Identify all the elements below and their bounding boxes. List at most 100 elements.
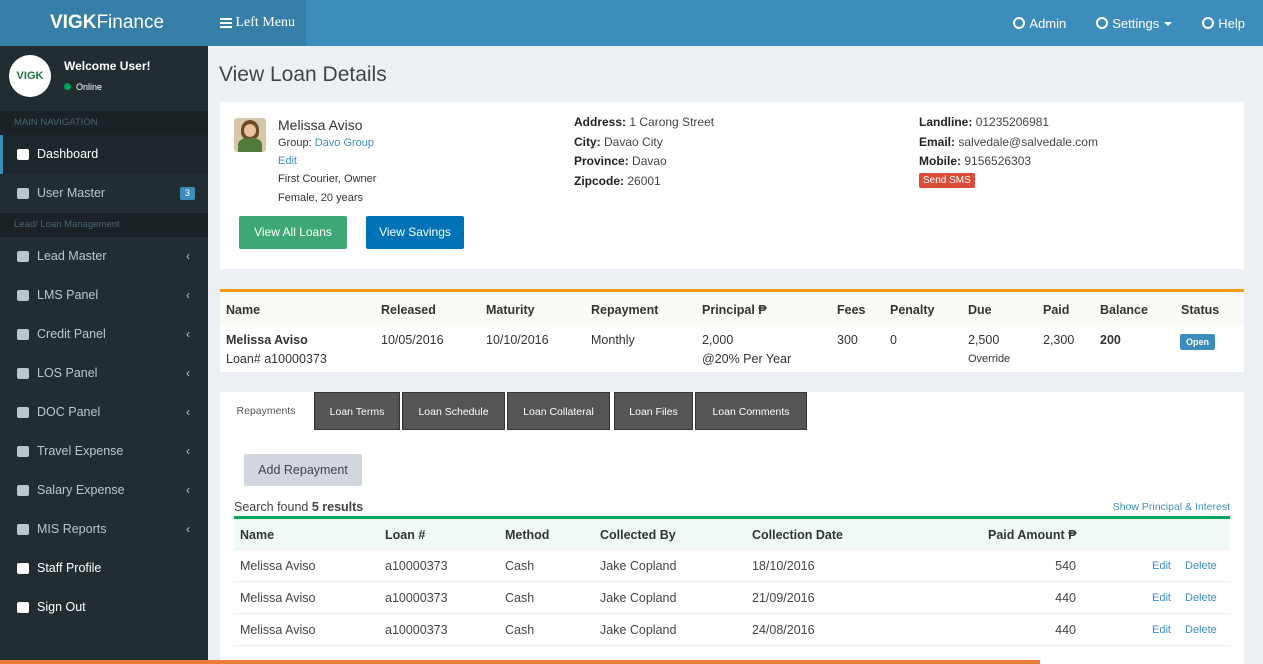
sidebar-item-travel-expense[interactable]: Travel Expense ‹ (0, 432, 208, 471)
col-header: Released (381, 303, 436, 317)
share-icon (17, 290, 29, 301)
sidebar-item-label: Sign Out (37, 600, 86, 614)
users-icon (17, 188, 29, 199)
sidebar-item-doc-panel[interactable]: DOC Panel ‹ (0, 393, 208, 432)
sidebar-item-user-master[interactable]: User Master 3 (0, 174, 208, 213)
edit-profile-link[interactable]: Edit (278, 155, 297, 167)
loan-tabs-panel: Repayments Loan Terms Loan Schedule Loan… (220, 392, 1244, 664)
brand-logo[interactable]: VIGKFinance (0, 0, 208, 46)
row-loan: a10000373 (385, 623, 448, 637)
sidebar-item-lms-panel[interactable]: LMS Panel ‹ (0, 276, 208, 315)
interest-rate: @20% Per Year (702, 352, 792, 366)
loan-summary-table: Name Released Maturity Repayment Princip… (220, 289, 1244, 372)
row-collected-by: Jake Copland (600, 591, 677, 605)
repayments-table: Name Loan # Method Collected By Collecti… (234, 516, 1230, 646)
borrower-name: Melissa Aviso (278, 117, 363, 133)
col-header: Maturity (486, 303, 535, 317)
mobile-line: Mobile: 9156526303 (919, 154, 1032, 168)
row-date: 18/10/2016 (752, 559, 815, 573)
add-repayment-button[interactable]: Add Repayment (244, 454, 362, 486)
top-navbar: VIGKFinance Left Menu Admin Settings Hel… (0, 0, 1263, 46)
sidebar-item-label: Credit Panel (37, 327, 106, 341)
gear-icon (17, 251, 29, 262)
chevron-left-icon: ‹ (186, 327, 190, 341)
row-amount: 440 (1055, 623, 1076, 637)
row-collected-by: Jake Copland (600, 559, 677, 573)
occupation: First Courier, Owner (278, 173, 377, 185)
province-line: Province: Davao (574, 154, 667, 168)
send-sms-button[interactable]: Send SMS (919, 173, 975, 188)
row-loan: a10000373 (385, 591, 448, 605)
row-method: Cash (505, 591, 535, 605)
edit-link[interactable]: Edit (1152, 624, 1171, 636)
sidebar-item-staff-profile[interactable]: Staff Profile (0, 549, 208, 588)
status-badge[interactable]: Open (1180, 334, 1216, 350)
main-nav-header: MAIN NAVIGATION (0, 111, 208, 135)
delete-link[interactable]: Delete (1185, 592, 1217, 604)
help-link[interactable]: Help (1202, 16, 1245, 31)
landline-line: Landline: 01235206981 (919, 115, 1050, 129)
chevron-left-icon: ‹ (186, 249, 190, 263)
tab-loan-terms[interactable]: Loan Terms (314, 392, 400, 430)
gender-age: Female, 20 years (278, 192, 363, 204)
fees-value: 300 (837, 333, 858, 347)
row-method: Cash (505, 623, 535, 637)
col-header: Principal ₱ (702, 303, 767, 317)
email-line: Email: salvedale@salvedale.com (919, 135, 1098, 149)
sidebar-item-los-panel[interactable]: LOS Panel ‹ (0, 354, 208, 393)
sidebar-item-salary-expense[interactable]: Salary Expense ‹ (0, 471, 208, 510)
status-dot-icon (64, 83, 71, 90)
city-line: City: Davao City (574, 135, 663, 149)
delete-link[interactable]: Delete (1185, 560, 1217, 572)
sidebar-item-credit-panel[interactable]: Credit Panel ‹ (0, 315, 208, 354)
edit-link[interactable]: Edit (1152, 560, 1171, 572)
row-name: Melissa Aviso (240, 623, 316, 637)
delete-link[interactable]: Delete (1185, 624, 1217, 636)
settings-dropdown[interactable]: Settings (1096, 16, 1173, 31)
tab-loan-collateral[interactable]: Loan Collateral (507, 392, 610, 430)
sidebar-item-lead-master[interactable]: Lead Master ‹ (0, 237, 208, 276)
sidebar-item-dashboard[interactable]: Dashboard (0, 135, 208, 174)
desktop-icon (17, 407, 29, 418)
row-collected-by: Jake Copland (600, 623, 677, 637)
col-header: Repayment (591, 303, 659, 317)
chevron-left-icon: ‹ (186, 288, 190, 302)
help-label: Help (1218, 15, 1245, 31)
loan-number: Loan# a10000373 (226, 352, 327, 366)
sidebar-item-label: Dashboard (37, 147, 99, 161)
tab-loan-comments[interactable]: Loan Comments (695, 392, 807, 430)
sidebar-item-label: LMS Panel (37, 288, 99, 302)
dashboard-icon (17, 149, 29, 160)
show-principal-interest-link[interactable]: Show Principal & Interest (1113, 501, 1230, 513)
col-header: Due (968, 303, 992, 317)
override-link[interactable]: Override (968, 353, 1010, 365)
sidebar-item-mis-reports[interactable]: MIS Reports ‹ (0, 510, 208, 549)
tab-repayments[interactable]: Repayments (222, 392, 310, 430)
col-header: Collection Date (752, 528, 843, 542)
database-icon (17, 524, 29, 535)
col-header: Name (240, 528, 275, 542)
main-content: View Loan Details Melissa Aviso Group: D… (208, 46, 1263, 664)
tab-loan-schedule[interactable]: Loan Schedule (402, 392, 505, 430)
sidebar-item-label: LOS Panel (37, 366, 98, 380)
row-date: 24/08/2016 (752, 623, 815, 637)
row-name: Melissa Aviso (240, 559, 316, 573)
edit-link[interactable]: Edit (1152, 592, 1171, 604)
balance-value: 200 (1100, 333, 1121, 347)
borrower-photo (234, 118, 266, 152)
group-link[interactable]: Davo Group (315, 137, 374, 149)
address-line: Address: 1 Carong Street (574, 115, 715, 129)
sidebar-item-label: Lead Master (37, 249, 107, 263)
tab-loan-files[interactable]: Loan Files (614, 392, 693, 430)
view-all-loans-button[interactable]: View All Loans (239, 216, 347, 249)
money-icon (17, 485, 29, 496)
sidebar-item-sign-out[interactable]: Sign Out (0, 588, 208, 627)
brand-bold: VIGK (50, 12, 97, 33)
online-status: Online (64, 82, 102, 92)
sidebar-item-label: Travel Expense (37, 444, 124, 458)
col-header: Collected By (600, 528, 676, 542)
admin-link[interactable]: Admin (1013, 16, 1066, 31)
ban-icon (1013, 16, 1026, 29)
view-savings-button[interactable]: View Savings (366, 216, 464, 249)
left-menu-toggle[interactable]: Left Menu (208, 0, 306, 46)
